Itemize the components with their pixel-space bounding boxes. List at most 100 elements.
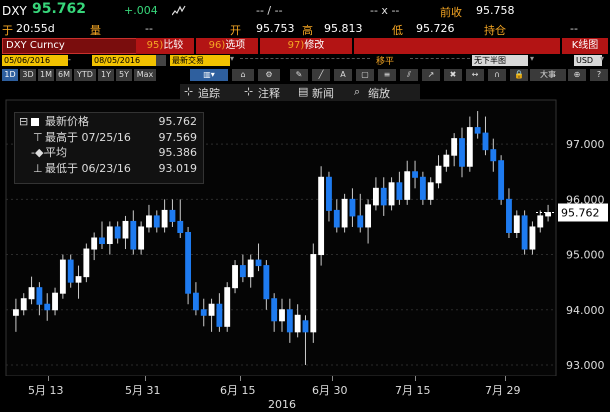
track-button[interactable]: 追踪 bbox=[198, 85, 220, 101]
candle-body bbox=[59, 259, 66, 294]
x-tick-label: 5月 31 bbox=[125, 384, 161, 397]
position-label: 持仓 bbox=[484, 24, 506, 37]
date-to-input[interactable]: 08/05/2016 bbox=[92, 55, 158, 66]
x-tick-label: 7月 15 bbox=[395, 384, 431, 397]
legend-high: ⊤ 最高于 07/25/16 97.569 bbox=[15, 131, 203, 145]
legend-high-icon: ⊤ bbox=[33, 131, 43, 144]
candle-chart-button[interactable]: K线图 bbox=[562, 38, 608, 54]
candle-body bbox=[380, 187, 387, 206]
shift-label[interactable]: 移平 bbox=[376, 54, 394, 67]
x-tick bbox=[48, 376, 49, 381]
legend-avg: -◆- 平均 95.386 bbox=[15, 146, 203, 160]
sparkline-icon bbox=[172, 5, 186, 16]
open-value: 95.753 bbox=[256, 22, 295, 35]
currency: USD bbox=[576, 56, 594, 65]
period-5y[interactable]: 5Y bbox=[116, 69, 132, 81]
erase-icon-button[interactable]: ✖ bbox=[444, 69, 462, 81]
legend-low: ⊥ 最低于 06/23/16 93.019 bbox=[15, 162, 203, 176]
compare-button[interactable]: 95)比较 bbox=[136, 38, 194, 54]
text-icon-button[interactable]: A bbox=[334, 69, 352, 81]
candle-body bbox=[318, 176, 325, 256]
edit-label: 修改 bbox=[304, 40, 325, 51]
note-icon: ⊹ bbox=[244, 85, 254, 98]
date-from-input[interactable]: 05/06/2016 bbox=[2, 55, 68, 66]
options-label: 选项 bbox=[225, 40, 246, 51]
events-button[interactable]: 大事 bbox=[530, 69, 566, 81]
currency-select[interactable]: USD bbox=[574, 55, 602, 66]
shape-icon-button[interactable]: ▢ bbox=[356, 69, 374, 81]
candle-body bbox=[247, 259, 254, 278]
period-max[interactable]: Max bbox=[134, 69, 156, 81]
price: 95.762 bbox=[32, 1, 87, 17]
x-tick bbox=[332, 376, 333, 381]
measure-icon-button[interactable]: ↔ bbox=[466, 69, 484, 81]
time-label: 于 bbox=[2, 24, 13, 37]
volume-label: 量 bbox=[90, 24, 101, 37]
candle-body bbox=[67, 259, 74, 283]
low-value: 95.726 bbox=[416, 22, 455, 35]
candle-body bbox=[396, 182, 403, 200]
trade-type-select[interactable]: 最新交易 bbox=[170, 55, 230, 66]
candle-body bbox=[12, 309, 19, 316]
candle-body bbox=[130, 220, 137, 250]
x-tick bbox=[240, 376, 241, 381]
change: +.004 bbox=[124, 4, 158, 17]
high-label: 高 bbox=[302, 24, 313, 37]
magnet-icon-button[interactable]: ∩ bbox=[488, 69, 506, 81]
draw-icon-button[interactable]: ✎ bbox=[290, 69, 308, 81]
line-icon-button[interactable]: ╱ bbox=[312, 69, 330, 81]
candle-body bbox=[443, 154, 450, 167]
quote-header: DXY 95.762 +.004 -- / -- -- x -- 前收 95.7… bbox=[0, 0, 610, 22]
period-1y[interactable]: 1Y bbox=[98, 69, 114, 81]
security-field[interactable]: DXY Curncy bbox=[2, 38, 137, 54]
settings-icon-button[interactable]: ⚙ bbox=[258, 69, 280, 81]
lower-panel-select[interactable]: 无下半图 bbox=[472, 55, 528, 66]
edit-button[interactable]: 97)修改 bbox=[260, 38, 352, 54]
candle-body bbox=[138, 226, 145, 250]
options-button[interactable]: 96)选项 bbox=[196, 38, 258, 54]
note-button[interactable]: 注释 bbox=[258, 85, 280, 101]
volume-value: -- bbox=[145, 22, 153, 35]
candle-body bbox=[419, 176, 426, 200]
x-tick-label: 6月 15 bbox=[220, 384, 256, 397]
legend-low-icon: ⊥ bbox=[33, 162, 43, 175]
candle-body bbox=[474, 127, 481, 134]
candle-body bbox=[106, 226, 113, 245]
zoom-icon-button[interactable]: ⊕ bbox=[568, 69, 586, 81]
candle-body bbox=[506, 198, 512, 233]
period-6m[interactable]: 6M bbox=[56, 69, 72, 81]
zoom-button[interactable]: 缩放 bbox=[368, 85, 390, 101]
lock-icon-button[interactable]: 🔒 bbox=[510, 69, 528, 81]
candle-body bbox=[365, 204, 372, 228]
chart-icon-button[interactable]: ⌂ bbox=[232, 69, 254, 81]
candle-body bbox=[36, 287, 43, 305]
bar-spacer bbox=[354, 38, 560, 54]
candle-body bbox=[435, 165, 442, 184]
period-ytd[interactable]: YTD bbox=[74, 69, 96, 81]
period-3d[interactable]: 3D bbox=[20, 69, 36, 81]
candle-body bbox=[153, 215, 160, 228]
candle-body bbox=[482, 132, 489, 151]
period-1d[interactable]: 1D bbox=[2, 69, 18, 81]
candle-body bbox=[28, 287, 35, 300]
track-icon: ⊹ bbox=[184, 85, 194, 98]
news-button[interactable]: 新闻 bbox=[312, 85, 334, 101]
chart-legend: ⊟ 最新价格 95.762 ⊤ 最高于 07/25/16 97.569 -◆- … bbox=[14, 112, 204, 184]
candle-body bbox=[537, 215, 544, 228]
help-icon-button[interactable]: ? bbox=[590, 69, 608, 81]
events-label: 大事 bbox=[540, 70, 556, 79]
calendar-icon[interactable] bbox=[156, 55, 166, 66]
legend-last-value: 95.762 bbox=[158, 115, 198, 128]
candle-body bbox=[404, 171, 411, 200]
chart-type-button[interactable]: ▥▾ bbox=[190, 69, 228, 81]
arrow-icon-button[interactable]: ↗ bbox=[422, 69, 440, 81]
options-num: 96) bbox=[208, 40, 226, 51]
candle-body bbox=[83, 248, 90, 278]
channel-icon-button[interactable]: ⫽ bbox=[400, 69, 418, 81]
lower-panel-arrow-icon: ▾ bbox=[530, 54, 535, 63]
legend-avg-label: 平均 bbox=[45, 146, 67, 159]
candle-body bbox=[521, 215, 528, 250]
news-icon: ▤ bbox=[298, 85, 309, 98]
period-1m[interactable]: 1M bbox=[38, 69, 54, 81]
fib-icon-button[interactable]: ≡ bbox=[378, 69, 396, 81]
